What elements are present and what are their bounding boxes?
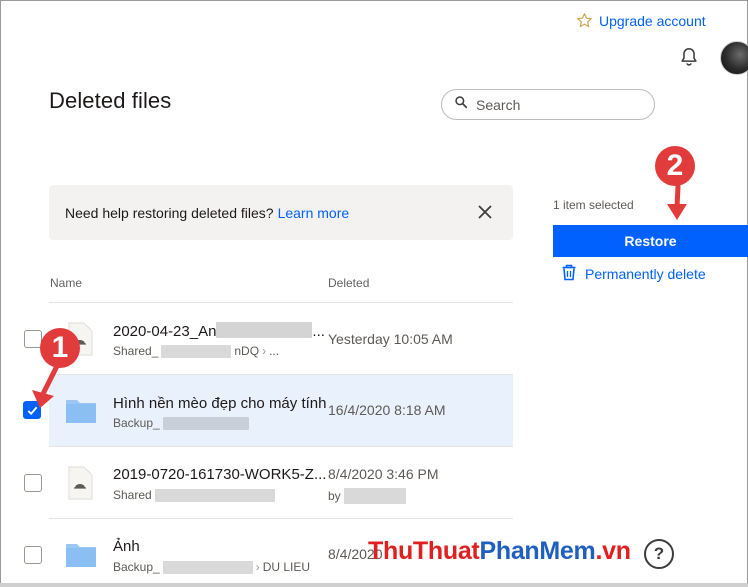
trash-icon: [561, 264, 577, 284]
location-text: Backup_: [113, 416, 160, 430]
file-location: Backup_ › DU LIEU: [113, 560, 310, 574]
column-header-deleted[interactable]: Deleted: [328, 276, 369, 290]
row-divider: [49, 518, 513, 519]
learn-more-link[interactable]: Learn more: [278, 205, 350, 221]
redacted-block: [343, 488, 406, 504]
location-text: Shared_: [113, 344, 159, 358]
chevron-right-icon: ›: [262, 344, 267, 358]
watermark: ThuThuatPhanMem.vn: [368, 537, 631, 566]
location-text: Backup_: [113, 560, 160, 574]
deleted-date: Yesterday 10:05 AM: [328, 331, 453, 347]
file-name[interactable]: Hình nền mèo đẹp cho máy tính: [113, 395, 326, 412]
upgrade-account-label: Upgrade account: [599, 12, 706, 29]
redacted-block: [161, 344, 232, 358]
watermark-part-3: .vn: [595, 537, 631, 565]
selection-count: 1 item selected: [553, 198, 634, 212]
deleted-date: 8/4/2020 3:46 PM: [328, 466, 439, 482]
upgrade-account-link[interactable]: Upgrade account: [576, 12, 706, 29]
location-tail: DU LIEU: [262, 560, 311, 574]
redacted-block: [162, 560, 253, 574]
step-2-marker: 2: [655, 146, 695, 186]
watermark-part-2: PhanMem: [479, 537, 596, 565]
user-avatar[interactable]: [720, 41, 748, 75]
search-box[interactable]: [441, 89, 655, 120]
file-location: Backup_: [113, 416, 249, 430]
column-header-name[interactable]: Name: [50, 276, 82, 290]
file-name[interactable]: 2019-0720-161730-WORK5-Z...: [113, 466, 326, 483]
chevron-right-icon: ›: [255, 560, 260, 574]
file-icon: [66, 466, 94, 505]
deleted-by: by: [328, 488, 406, 504]
search-icon: [454, 95, 468, 114]
row-checkbox[interactable]: [24, 474, 42, 492]
redacted-block: [162, 416, 249, 430]
search-input[interactable]: [476, 96, 636, 113]
location-text: Shared: [113, 488, 152, 502]
restore-button[interactable]: Restore: [553, 225, 748, 257]
notifications-bell-icon[interactable]: [678, 46, 700, 68]
close-icon[interactable]: [477, 204, 493, 220]
location-tail: nDQ: [234, 344, 260, 358]
location-more: ...: [269, 344, 280, 358]
folder-icon: [65, 540, 97, 573]
file-name[interactable]: 2020-04-23_An...: [113, 322, 325, 340]
help-banner: Need help restoring deleted files? Learn…: [49, 185, 513, 240]
file-location: Shared: [113, 488, 275, 502]
file-location: Shared_ nDQ ›...: [113, 344, 279, 358]
step-2-arrow-icon: [664, 183, 690, 227]
folder-icon: [65, 396, 97, 429]
help-button[interactable]: ?: [644, 539, 674, 569]
bottom-edge: [0, 583, 748, 587]
file-name[interactable]: Ảnh: [113, 538, 140, 555]
permanently-delete-label: Permanently delete: [585, 266, 706, 282]
page-title: Deleted files: [49, 88, 172, 113]
help-banner-text: Need help restoring deleted files?: [65, 204, 274, 221]
redacted-block: [154, 488, 275, 502]
redacted-block: [216, 322, 313, 338]
file-name-text: 2020-04-23_An: [113, 323, 217, 340]
watermark-part-1: ThuThuat: [368, 537, 480, 565]
file-name-ellipsis: ...: [312, 323, 325, 340]
row-checkbox[interactable]: [24, 546, 42, 564]
star-icon: [576, 12, 593, 29]
permanently-delete-link[interactable]: Permanently delete: [561, 264, 706, 284]
deleted-by-text: by: [328, 489, 341, 503]
step-1-arrow-icon: [30, 361, 64, 415]
deleted-date: 16/4/2020 8:18 AM: [328, 402, 446, 418]
